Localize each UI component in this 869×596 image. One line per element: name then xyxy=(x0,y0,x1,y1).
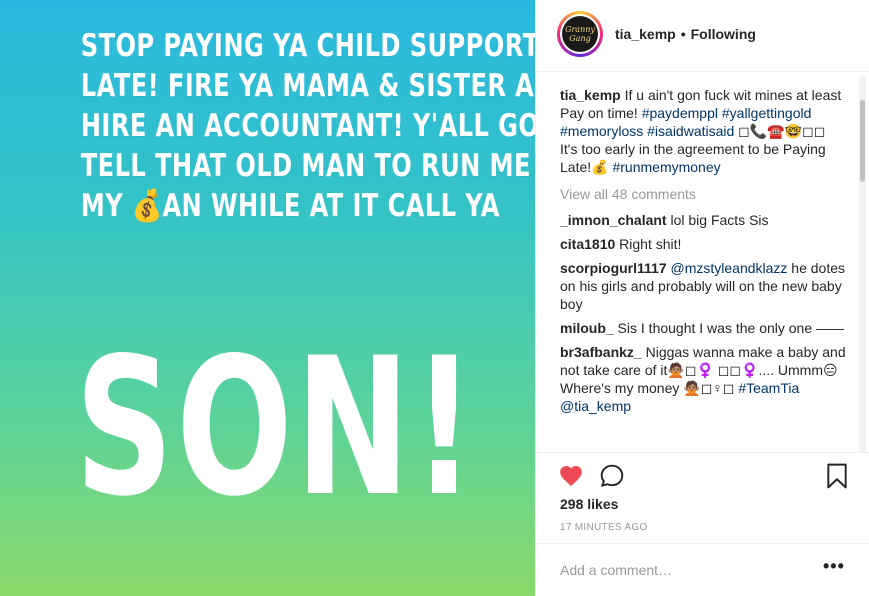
comment-item: br3afbankz_ Niggas wanna make a baby and… xyxy=(560,343,846,415)
bookmark-icon[interactable] xyxy=(826,463,848,489)
story-big-word: SON! xyxy=(74,317,479,538)
side-panel: Granny Gang tia_kemp • Following tia_kem… xyxy=(535,0,869,596)
story-line: HIRE AN ACCOUNTANT! Y'ALL GO xyxy=(80,108,535,144)
story-line: STOP PAYING YA CHILD SUPPORT xyxy=(80,28,535,64)
add-comment-input[interactable]: Add a comment… xyxy=(560,562,672,578)
comment-text: Sis I thought I was the only one —— xyxy=(613,320,845,336)
story-line: MY 💰AN WHILE AT IT CALL YA xyxy=(80,188,500,224)
comment-username[interactable]: scorpiogurl1117 xyxy=(560,260,667,276)
view-all-comments-link[interactable]: View all 48 comments xyxy=(560,185,846,203)
story-text: STOP PAYING YA CHILD SUPPORT LATE! FIRE … xyxy=(80,26,535,226)
comments-scrollbar[interactable] xyxy=(859,76,866,452)
comment-item: cita1810 Right shit! xyxy=(560,235,846,253)
comment-mention[interactable]: @mzstyleandklazz xyxy=(667,260,787,276)
comment-text: Right shit! xyxy=(615,236,682,252)
comment-username[interactable]: cita1810 xyxy=(560,236,615,252)
comment-text: lol big Facts Sis xyxy=(666,212,769,228)
post-header: Granny Gang tia_kemp • Following xyxy=(536,0,869,72)
story-line: LATE! FIRE YA MAMA & SISTER AN xyxy=(80,68,535,104)
scrollbar-thumb[interactable] xyxy=(860,100,865,182)
comment-bubble-icon[interactable] xyxy=(599,463,625,489)
comment-item: miloub_ Sis I thought I was the only one… xyxy=(560,319,846,337)
add-comment-box: Add a comment… ••• xyxy=(536,543,869,595)
story-line: TELL THAT OLD MAN TO RUN ME xyxy=(80,148,531,184)
comment-username[interactable]: miloub_ xyxy=(560,320,614,336)
post-timestamp: 17 MINUTES AGO xyxy=(560,522,648,533)
comment-item: _imnon_chalant lol big Facts Sis xyxy=(560,211,846,229)
post-actions: 298 likes 17 MINUTES AGO Add a comment… … xyxy=(536,452,869,594)
post-caption: tia_kemp If u ain't gon fuck wit mines a… xyxy=(560,86,846,176)
header-username[interactable]: tia_kemp xyxy=(615,26,676,42)
likes-count[interactable]: 298 likes xyxy=(560,496,618,512)
comment-username[interactable]: br3afbankz_ xyxy=(560,344,642,360)
comment-item: scorpiogurl1117 @mzstyleandklazz he dote… xyxy=(560,259,846,313)
post-image: STOP PAYING YA CHILD SUPPORT LATE! FIRE … xyxy=(0,0,535,596)
header-user: tia_kemp • Following xyxy=(615,26,756,42)
avatar-ring: Granny Gang xyxy=(560,14,600,54)
comments-list[interactable]: tia_kemp If u ain't gon fuck wit mines a… xyxy=(560,86,846,450)
header-separator: • xyxy=(680,26,686,42)
avatar[interactable]: Granny Gang xyxy=(557,11,603,57)
more-options-icon[interactable]: ••• xyxy=(823,557,844,576)
caption-username[interactable]: tia_kemp xyxy=(560,87,621,103)
avatar-logo: Granny Gang xyxy=(562,16,598,52)
comment-username[interactable]: _imnon_chalant xyxy=(560,212,667,228)
heart-icon[interactable] xyxy=(558,463,584,489)
follow-button[interactable]: Following xyxy=(691,26,756,42)
caption-hashtag[interactable]: #runmemymoney xyxy=(612,159,720,175)
